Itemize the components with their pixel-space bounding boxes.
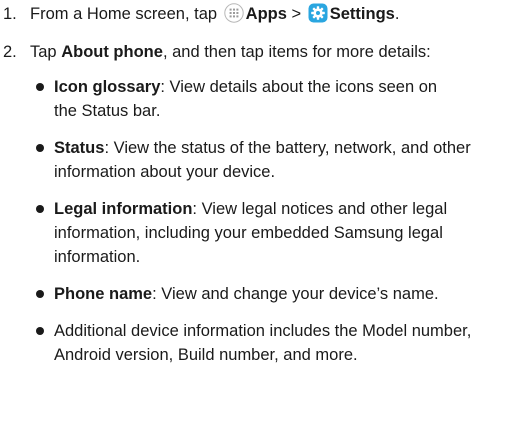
apps-grid-icon <box>223 3 244 23</box>
list-item-text: Additional device information includes t… <box>54 319 509 367</box>
menu-separator: > <box>291 5 302 23</box>
list-item-description: Additional device information includes t… <box>54 322 472 364</box>
bullet-dot <box>36 205 44 213</box>
step-text-after: . <box>394 5 400 23</box>
list-item-description: : View the status of the battery, networ… <box>54 139 471 181</box>
settings-gear-icon <box>308 3 328 23</box>
list-item-term: Icon glossary <box>54 78 161 96</box>
step-text-after: , and then tap items for more details: <box>162 43 431 61</box>
list-item-text: Legal information: View legal notices an… <box>54 197 474 269</box>
list-item-text: Icon glossary: View details about the ic… <box>54 75 464 123</box>
list-item-term: Legal information <box>54 200 193 218</box>
apps-label: Apps <box>245 5 287 23</box>
instruction-document: 1. From a Home screen, tap Apps > Settin… <box>0 0 517 367</box>
list-item-description: : View and change your device’s name. <box>152 285 439 303</box>
bullet-dot <box>36 327 44 335</box>
list-item: Legal information: View legal notices an… <box>0 197 517 269</box>
settings-label: Settings <box>329 5 395 23</box>
step-text-before: From a Home screen, tap <box>30 5 218 23</box>
step-number: 1. <box>3 5 17 23</box>
list-item: Additional device information includes t… <box>0 319 517 367</box>
list-item-term: Phone name <box>54 285 153 303</box>
list-item-term: Status <box>54 139 105 157</box>
detail-list: Icon glossary: View details about the ic… <box>0 75 517 367</box>
step-text: Tap About phone, and then tap items for … <box>30 40 500 64</box>
list-item-text: Phone name: View and change your device’… <box>54 282 509 306</box>
list-item: Status: View the status of the battery, … <box>0 136 517 184</box>
step-2: 2. Tap About phone, and then tap items f… <box>0 40 517 64</box>
step-number: 2. <box>3 43 17 61</box>
list-item: Icon glossary: View details about the ic… <box>0 75 517 123</box>
bullet-dot <box>36 144 44 152</box>
step-1: 1. From a Home screen, tap Apps > Settin… <box>0 2 517 26</box>
step-text: From a Home screen, tap Apps > Settings. <box>30 3 400 23</box>
about-phone-label: About phone <box>61 43 163 61</box>
list-item-text: Status: View the status of the battery, … <box>54 136 509 184</box>
step-text-before: Tap <box>30 43 57 61</box>
list-item: Phone name: View and change your device’… <box>0 282 517 306</box>
bullet-dot <box>36 290 44 298</box>
bullet-dot <box>36 83 44 91</box>
